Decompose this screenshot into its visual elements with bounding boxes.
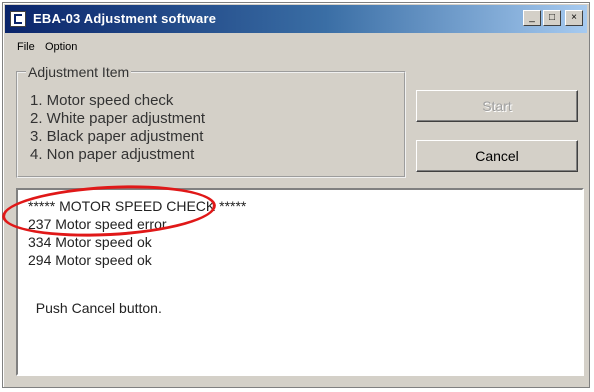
start-button[interactable]: Start	[416, 90, 578, 122]
maximize-icon[interactable]: □	[543, 10, 561, 26]
adjustment-item-legend: Adjustment Item	[28, 64, 130, 80]
adjustment-item: 4. Non paper adjustment	[30, 146, 195, 163]
menu-option[interactable]: Option	[45, 41, 77, 53]
adjustment-item: 2. White paper adjustment	[30, 110, 206, 127]
minimize-icon[interactable]: _	[523, 10, 541, 26]
adjustment-item: 1. Motor speed check	[30, 92, 174, 109]
app-icon	[10, 11, 26, 27]
window-title: EBA-03 Adjustment software	[33, 11, 217, 26]
adjustment-item-list: 1. Motor speed check 2. White paper adju…	[30, 92, 205, 164]
menu-bar: File Option	[5, 37, 587, 57]
log-line: 294 Motor speed ok	[28, 252, 152, 268]
close-icon[interactable]: ×	[565, 10, 583, 26]
menu-file[interactable]: File	[17, 41, 35, 53]
adjustment-item: 3. Black paper adjustment	[30, 128, 204, 145]
cancel-button[interactable]: Cancel	[416, 140, 578, 172]
title-bar[interactable]: EBA-03 Adjustment software _ □ ×	[5, 5, 587, 33]
log-line: Push Cancel button.	[28, 300, 162, 316]
